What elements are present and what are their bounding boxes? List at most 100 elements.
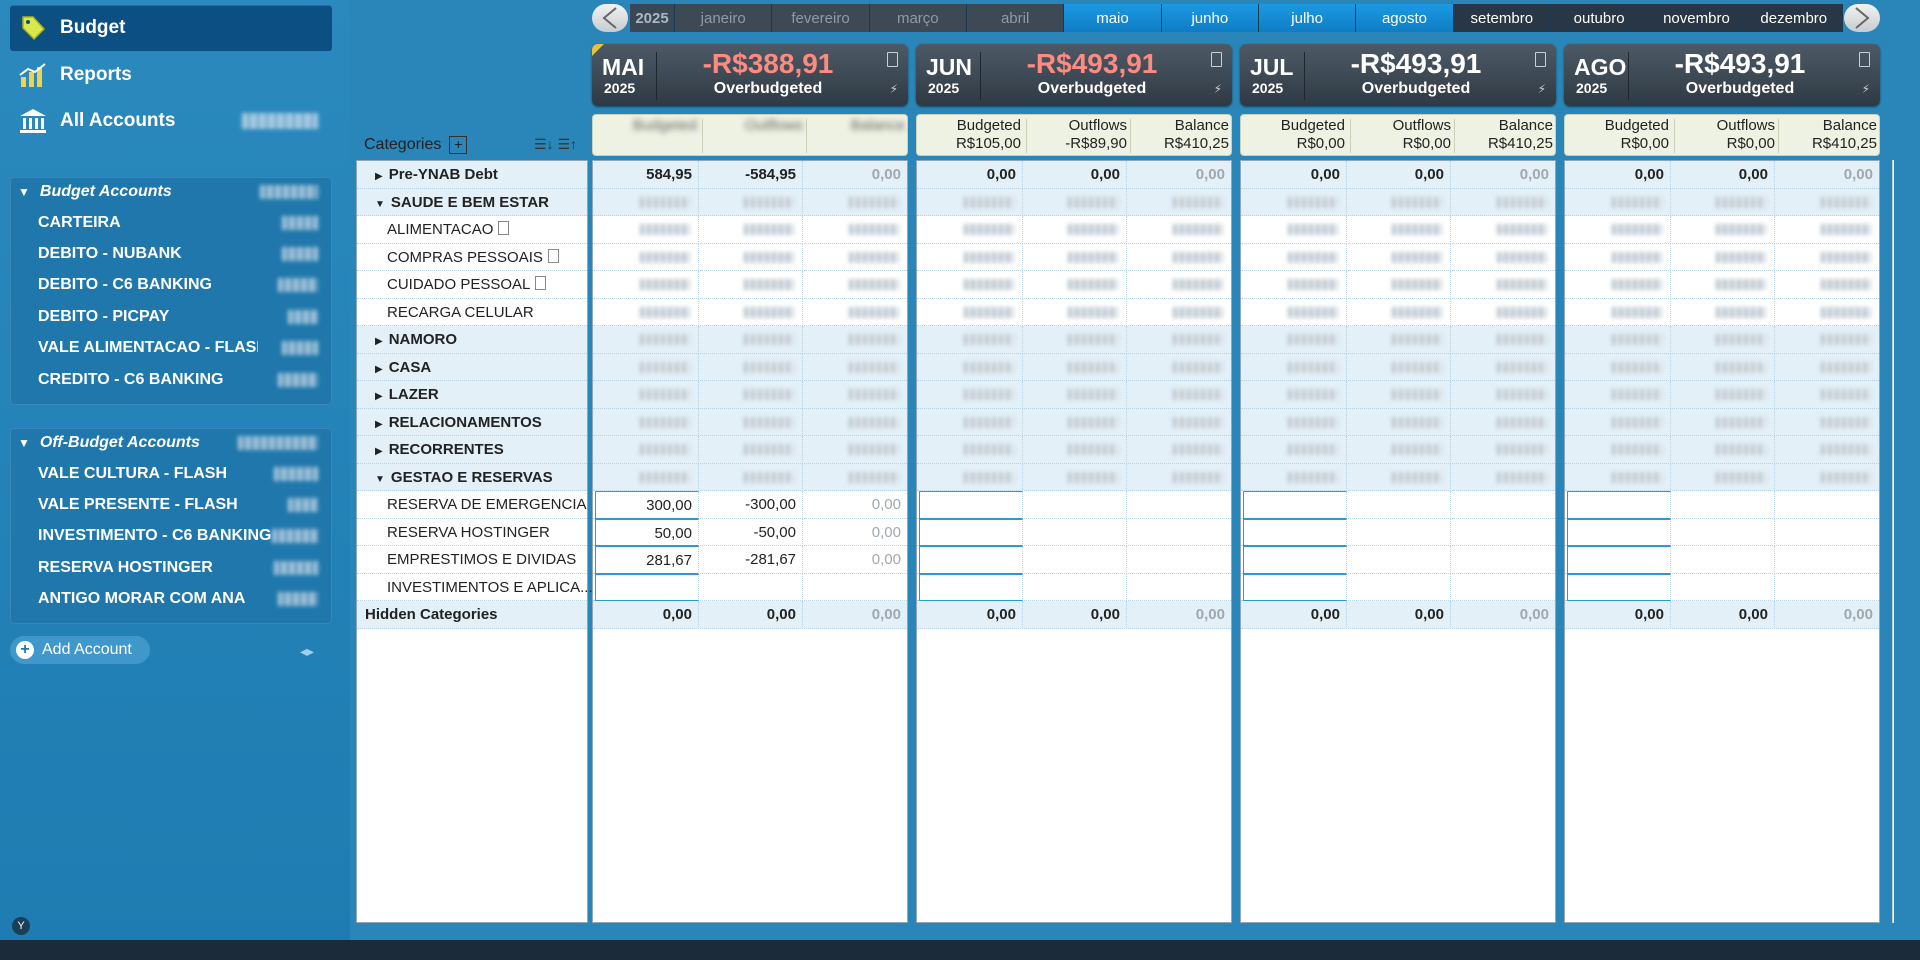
budgeted-cell[interactable]	[919, 216, 1023, 244]
budgeted-cell[interactable]	[595, 573, 699, 601]
collapsed-triangle-icon[interactable]: ▶	[375, 411, 383, 438]
budgeted-cell[interactable]: 300,00	[595, 491, 699, 519]
budgeted-cell[interactable]	[595, 271, 699, 299]
category-row[interactable]: RESERVA DE EMERGENCIA	[357, 491, 587, 519]
note-icon[interactable]	[1535, 52, 1546, 67]
budgeted-cell[interactable]	[1243, 518, 1347, 546]
category-group-row[interactable]: ▶ RELACIONAMENTOS	[357, 408, 587, 438]
account-row[interactable]: INVESTIMENTO - C6 BANKING	[10, 521, 332, 552]
category-group-row[interactable]: ▶ RECORRENTES	[357, 436, 587, 464]
month-tab-1[interactable]: fevereiro	[772, 4, 870, 32]
account-row[interactable]: DEBITO - NUBANK	[10, 238, 332, 269]
account-row[interactable]: DEBITO - C6 BANKING	[10, 270, 332, 301]
month-tab-3[interactable]: abril	[966, 4, 1065, 32]
month-tab-7[interactable]: agosto	[1356, 4, 1454, 32]
budgeted-cell[interactable]	[595, 243, 699, 271]
budgeted-cell[interactable]	[1567, 436, 1671, 464]
budgeted-cell[interactable]	[1243, 546, 1347, 574]
collapsed-triangle-icon[interactable]: ▶	[375, 438, 383, 465]
help-icon[interactable]: Y	[12, 917, 30, 935]
budgeted-cell[interactable]	[1567, 463, 1671, 491]
budgeted-cell[interactable]	[595, 216, 699, 244]
note-icon[interactable]	[1211, 52, 1222, 67]
collapsed-triangle-icon[interactable]: ▶	[375, 163, 383, 190]
budgeted-cell[interactable]: 50,00	[595, 518, 699, 546]
budgeted-cell[interactable]: 0,00	[1243, 601, 1347, 629]
budgeted-cell[interactable]	[1567, 271, 1671, 299]
budgeted-cell[interactable]	[919, 436, 1023, 464]
account-row[interactable]: VALE ALIMENTACAO - FLASH	[10, 333, 332, 364]
note-icon[interactable]	[535, 276, 547, 290]
budgeted-cell[interactable]	[1243, 298, 1347, 326]
budgeted-cell[interactable]: 0,00	[595, 601, 699, 629]
category-row[interactable]: RECARGA CELULAR	[357, 299, 587, 326]
budgeted-cell[interactable]	[919, 298, 1023, 326]
budgeted-cell[interactable]	[1567, 491, 1671, 519]
collapsed-triangle-icon[interactable]: ▶	[375, 383, 383, 410]
category-group-row[interactable]: ▶ NAMORO	[357, 326, 587, 354]
prev-month-button[interactable]	[592, 4, 628, 32]
month-tab-0[interactable]: janeiro	[675, 4, 773, 32]
category-row[interactable]: INVESTIMENTOS E APLICA...	[357, 574, 593, 601]
resize-arrows-icon[interactable]: ◂▸	[300, 643, 314, 660]
budgeted-cell[interactable]	[1243, 188, 1347, 216]
budgeted-cell[interactable]	[1567, 188, 1671, 216]
note-icon[interactable]	[887, 52, 898, 67]
budgeted-cell[interactable]: 0,00	[919, 601, 1023, 629]
budgeted-cell[interactable]	[1243, 271, 1347, 299]
budgeted-cell[interactable]	[1243, 216, 1347, 244]
month-tab-5[interactable]: junho	[1161, 4, 1259, 32]
budgeted-cell[interactable]	[1243, 353, 1347, 381]
month-tab-6[interactable]: julho	[1258, 4, 1357, 32]
account-row[interactable]: DEBITO - PICPAY	[10, 301, 332, 332]
expanded-triangle-icon[interactable]: ▼	[375, 191, 385, 218]
next-month-button[interactable]	[1844, 4, 1880, 32]
month-tab-9[interactable]: outubro	[1550, 4, 1649, 32]
budgeted-cell[interactable]	[595, 326, 699, 354]
budgeted-cell[interactable]	[595, 188, 699, 216]
budgeted-cell[interactable]	[1567, 518, 1671, 546]
category-group-row[interactable]: ▶ LAZER	[357, 381, 587, 409]
budgeted-cell[interactable]: 0,00	[1243, 161, 1347, 189]
budgeted-cell[interactable]	[919, 463, 1023, 491]
quick-budget-icon[interactable]: ⚡	[890, 82, 898, 96]
month-tab-4[interactable]: maio	[1064, 4, 1162, 32]
note-icon[interactable]	[1859, 52, 1870, 67]
quick-budget-icon[interactable]: ⚡	[1214, 82, 1222, 96]
budgeted-cell[interactable]	[919, 381, 1023, 409]
budgeted-cell[interactable]	[1243, 381, 1347, 409]
budgeted-cell[interactable]	[1567, 298, 1671, 326]
account-row[interactable]: VALE PRESENTE - FLASH	[10, 489, 332, 520]
budgeted-cell[interactable]: 0,00	[919, 161, 1023, 189]
budgeted-cell[interactable]	[1243, 408, 1347, 436]
budgeted-cell[interactable]	[1567, 546, 1671, 574]
budgeted-cell[interactable]: 584,95	[595, 161, 699, 189]
budgeted-cell[interactable]	[919, 353, 1023, 381]
budgeted-cell[interactable]	[1567, 408, 1671, 436]
hidden-categories-row[interactable]: Hidden Categories	[357, 601, 587, 629]
account-row[interactable]: VALE CULTURA - FLASH	[10, 458, 332, 489]
budgeted-cell[interactable]	[1243, 491, 1347, 519]
budgeted-cell[interactable]	[1567, 326, 1671, 354]
note-icon[interactable]	[547, 248, 559, 263]
category-row[interactable]: ALIMENTACAO	[357, 216, 587, 244]
budgeted-cell[interactable]	[1567, 216, 1671, 244]
budgeted-cell[interactable]	[1567, 381, 1671, 409]
budgeted-cell[interactable]	[919, 408, 1023, 436]
category-row[interactable]: CUIDADO PESSOAL	[357, 271, 587, 299]
category-group-row[interactable]: ▶ CASA	[357, 353, 587, 381]
collapsed-triangle-icon[interactable]: ▶	[375, 328, 383, 355]
budgeted-cell[interactable]: 281,67	[595, 546, 699, 574]
budgeted-cell[interactable]	[919, 491, 1023, 519]
budgeted-cell[interactable]: 0,00	[1567, 161, 1671, 189]
budgeted-cell[interactable]	[919, 243, 1023, 271]
budgeted-cell[interactable]	[919, 188, 1023, 216]
month-tab-10[interactable]: novembro	[1648, 4, 1746, 32]
account-row[interactable]: CARTEIRA	[10, 207, 332, 238]
month-tab-8[interactable]: setembro	[1453, 4, 1551, 32]
account-row[interactable]: RESERVA HOSTINGER	[10, 552, 332, 583]
category-group-row[interactable]: ▶ Pre-YNAB Debt	[357, 161, 587, 189]
budgeted-cell[interactable]	[919, 573, 1023, 601]
category-row[interactable]: RESERVA HOSTINGER	[357, 519, 587, 546]
month-tab-11[interactable]: dezembro	[1745, 4, 1843, 32]
